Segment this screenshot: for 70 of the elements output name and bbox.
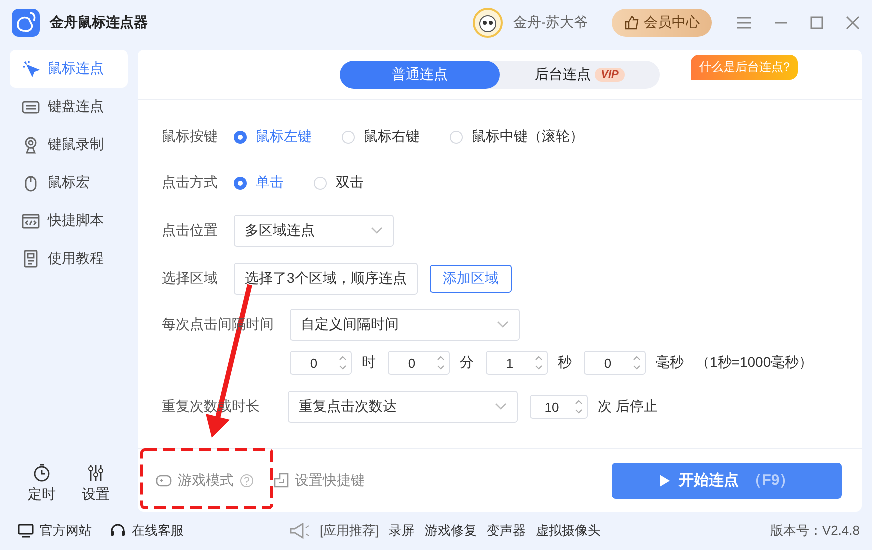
number-spinner[interactable]: 0 bbox=[388, 351, 450, 375]
thumbs-up-icon bbox=[624, 15, 640, 31]
sidebar-item[interactable]: 键鼠录制 bbox=[10, 126, 128, 164]
settings-tool[interactable]: 设置 bbox=[82, 464, 110, 504]
field-label: 点击位置 bbox=[162, 222, 219, 240]
app-title: 金舟鼠标连点器 bbox=[50, 14, 148, 32]
mode-tab[interactable]: 后台连点 VIP bbox=[500, 60, 660, 88]
mode-tab[interactable]: 普通连点 bbox=[340, 60, 500, 88]
repeat-suffix: 次 后停止 bbox=[598, 398, 658, 416]
play-icon bbox=[659, 474, 672, 488]
monitor-icon bbox=[18, 524, 34, 538]
unit-label: 时 bbox=[362, 354, 376, 372]
vip-tag: VIP bbox=[595, 68, 625, 82]
add-region-button[interactable]: 添加区域 bbox=[430, 265, 512, 293]
maximize-icon[interactable] bbox=[810, 16, 824, 30]
interval-note: （1秒=1000毫秒） bbox=[696, 354, 814, 372]
sidebar-item[interactable]: 使用教程 bbox=[10, 240, 128, 278]
sidebar-item[interactable]: 键盘连点 bbox=[10, 88, 128, 126]
chevron-down-icon bbox=[497, 321, 509, 329]
promo-link[interactable]: 游戏修复 bbox=[425, 522, 478, 540]
sidebar-item[interactable]: 鼠标宏 bbox=[10, 164, 128, 202]
sliders-icon bbox=[87, 464, 105, 482]
radio-option[interactable]: 鼠标中键（滚轮） bbox=[450, 128, 584, 146]
stopwatch-icon bbox=[33, 464, 51, 482]
promo-link[interactable]: 变声器 bbox=[487, 522, 526, 540]
repeat-dropdown[interactable]: 重复点击次数达 bbox=[288, 391, 518, 423]
count-spinner[interactable]: 10 bbox=[530, 395, 588, 419]
number-spinner[interactable]: 0 bbox=[290, 351, 352, 375]
sidebar-item[interactable]: 快捷脚本 bbox=[10, 202, 128, 240]
field-label: 鼠标按键 bbox=[162, 128, 219, 146]
user-name[interactable]: 金舟-苏大爷 bbox=[513, 14, 588, 32]
radio-option[interactable]: 单击 bbox=[234, 174, 284, 192]
unit-label: 秒 bbox=[558, 354, 572, 372]
close-icon[interactable] bbox=[846, 16, 860, 30]
menu-icon[interactable] bbox=[736, 16, 752, 30]
number-spinner[interactable]: 1 bbox=[486, 351, 548, 375]
promo-link[interactable]: 虚拟摄像头 bbox=[536, 522, 602, 540]
code-window-icon bbox=[22, 212, 40, 230]
unit-label: 分 bbox=[460, 354, 474, 372]
document-icon bbox=[22, 250, 40, 268]
timer-tool[interactable]: 定时 bbox=[28, 464, 56, 504]
radio-option[interactable]: 鼠标右键 bbox=[342, 128, 420, 146]
interval-dropdown[interactable]: 自定义间隔时间 bbox=[290, 309, 520, 341]
version-label: 版本号：V2.4.8 bbox=[770, 522, 860, 540]
help-icon[interactable] bbox=[240, 474, 254, 488]
sidebar-item[interactable]: 鼠标连点 bbox=[10, 50, 128, 88]
promo-link[interactable]: 录屏 bbox=[389, 522, 416, 540]
unit-label: 毫秒 bbox=[656, 354, 684, 372]
radio-option[interactable]: 鼠标左键 bbox=[234, 128, 312, 146]
field-label: 点击方式 bbox=[162, 174, 219, 192]
promo-label: [应用推荐] bbox=[320, 522, 380, 540]
shortcut-icon bbox=[274, 473, 289, 488]
cursor-click-icon bbox=[22, 60, 40, 78]
chevron-down-icon bbox=[495, 403, 507, 411]
website-link[interactable]: 官方网站 bbox=[18, 522, 92, 540]
chevron-down-icon bbox=[371, 227, 383, 235]
region-field[interactable]: 选择了3个区域，顺序连点 bbox=[234, 263, 418, 295]
game-mode-toggle[interactable]: 游戏模式 bbox=[156, 472, 254, 490]
app-logo-icon bbox=[12, 9, 40, 37]
panda-avatar-icon bbox=[473, 8, 504, 38]
support-link[interactable]: 在线客服 bbox=[110, 522, 184, 540]
field-label: 选择区域 bbox=[162, 270, 219, 288]
megaphone-icon bbox=[290, 523, 310, 539]
gamepad-icon bbox=[156, 474, 172, 488]
position-dropdown[interactable]: 多区域连点 bbox=[234, 215, 394, 247]
headset-icon bbox=[110, 523, 126, 539]
member-center-button[interactable]: 会员中心 bbox=[612, 9, 712, 37]
radio-option[interactable]: 双击 bbox=[314, 174, 364, 192]
shortcut-setting-link[interactable]: 设置快捷键 bbox=[274, 472, 365, 490]
number-spinner[interactable]: 0 bbox=[584, 351, 646, 375]
